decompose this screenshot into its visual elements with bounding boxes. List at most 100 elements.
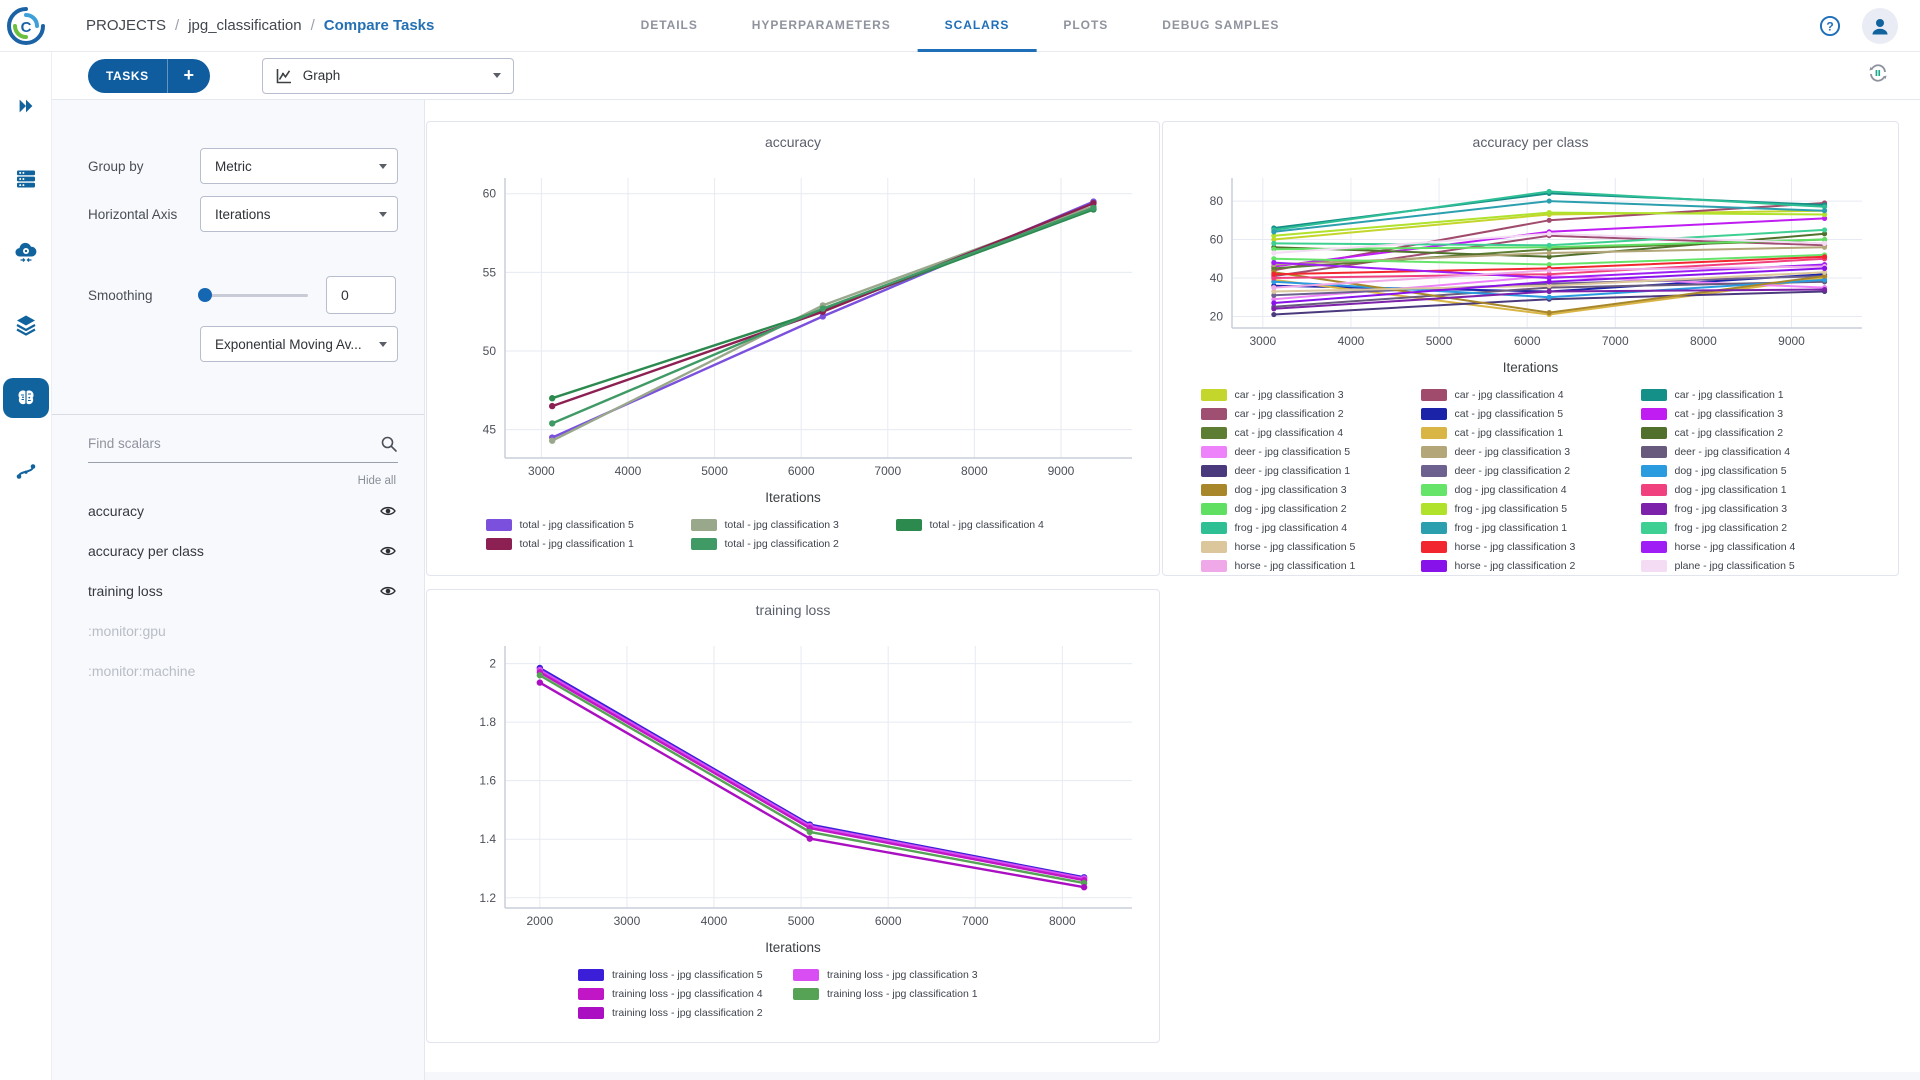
legend-item-car-jpg-classification-3[interactable]: car - jpg classification 3	[1201, 385, 1421, 404]
sidebar-item-datasets[interactable]	[3, 305, 49, 345]
find-scalars-input[interactable]	[88, 431, 398, 463]
legend-item-cat-jpg-classification-2[interactable]: cat - jpg classification 2	[1641, 423, 1861, 442]
breadcrumb-project[interactable]: jpg_classification	[188, 17, 301, 34]
avatar[interactable]	[1862, 8, 1898, 44]
legend-item-frog-jpg-classification-3[interactable]: frog - jpg classification 3	[1641, 499, 1861, 518]
legend-item-total-jpg-classification-4[interactable]: total - jpg classification 4	[896, 515, 1101, 534]
scalar-label: :monitor:machine	[88, 663, 195, 679]
chart-title: accuracy	[427, 134, 1159, 158]
app-logo[interactable]: C	[0, 6, 52, 46]
eye-icon[interactable]	[380, 505, 396, 517]
tasks-button[interactable]: TASKS	[88, 69, 167, 83]
legend-item-total-jpg-classification-1[interactable]: total - jpg classification 1	[486, 534, 691, 553]
horizontal-scrollbar[interactable]	[425, 1072, 1920, 1080]
search-icon[interactable]	[380, 435, 398, 453]
legend-item-deer-jpg-classification-5[interactable]: deer - jpg classification 5	[1201, 442, 1421, 461]
tab-scalars[interactable]: SCALARS	[918, 0, 1037, 52]
scalar-item-monitor-machine[interactable]: :monitor:machine	[52, 651, 424, 691]
legend-item-dog-jpg-classification-1[interactable]: dog - jpg classification 1	[1641, 480, 1861, 499]
legend-swatch	[1641, 465, 1667, 477]
legend-label: car - jpg classification 1	[1675, 389, 1784, 401]
scalar-item-accuracy[interactable]: accuracy	[52, 491, 424, 531]
svg-text:60: 60	[1209, 233, 1223, 247]
horizontal-axis-label: Horizontal Axis	[88, 207, 200, 222]
legend-item-horse-jpg-classification-5[interactable]: horse - jpg classification 5	[1201, 537, 1421, 556]
smoothing-slider[interactable]	[200, 294, 308, 297]
svg-text:?: ?	[1826, 19, 1833, 33]
legend-item-total-jpg-classification-2[interactable]: total - jpg classification 2	[691, 534, 896, 553]
svg-text:6000: 6000	[788, 464, 815, 478]
legend-item-cat-jpg-classification-3[interactable]: cat - jpg classification 3	[1641, 404, 1861, 423]
legend-item-horse-jpg-classification-3[interactable]: horse - jpg classification 3	[1421, 537, 1641, 556]
smoothing-type-select[interactable]: Exponential Moving Av...	[200, 326, 398, 362]
svg-text:50: 50	[483, 344, 497, 358]
legend-item-horse-jpg-classification-1[interactable]: horse - jpg classification 1	[1201, 556, 1421, 575]
legend-item-training-loss-jpg-classification-1[interactable]: training loss - jpg classification 1	[793, 984, 1008, 1003]
eye-icon[interactable]	[380, 585, 396, 597]
legend-swatch	[1201, 484, 1227, 496]
sidebar-item-queues[interactable]	[3, 159, 49, 199]
legend-item-total-jpg-classification-3[interactable]: total - jpg classification 3	[691, 515, 896, 534]
sidebar-item-pipelines[interactable]	[3, 451, 49, 491]
chart-plot-accuracy-per-class[interactable]: 300040005000600070008000900020406080	[1172, 158, 1890, 356]
tab-hyperparameters[interactable]: HYPERPARAMETERS	[725, 0, 918, 52]
smoothing-input[interactable]	[326, 276, 396, 314]
legend-item-training-loss-jpg-classification-3[interactable]: training loss - jpg classification 3	[793, 965, 1008, 984]
legend-item-cat-jpg-classification-1[interactable]: cat - jpg classification 1	[1421, 423, 1641, 442]
legend-item-car-jpg-classification-4[interactable]: car - jpg classification 4	[1421, 385, 1641, 404]
legend-label: frog - jpg classification 4	[1235, 522, 1348, 534]
legend-item-cat-jpg-classification-4[interactable]: cat - jpg classification 4	[1201, 423, 1421, 442]
breadcrumb-projects[interactable]: PROJECTS	[86, 17, 166, 34]
slider-thumb[interactable]	[198, 288, 212, 302]
legend-item-horse-jpg-classification-4[interactable]: horse - jpg classification 4	[1641, 537, 1861, 556]
sidebar-item-workers[interactable]	[3, 232, 49, 272]
legend-item-horse-jpg-classification-2[interactable]: horse - jpg classification 2	[1421, 556, 1641, 575]
legend-item-plane-jpg-classification-5[interactable]: plane - jpg classification 5	[1641, 556, 1861, 575]
scalar-item-accuracy-per-class[interactable]: accuracy per class	[52, 531, 424, 571]
legend-item-training-loss-jpg-classification-2[interactable]: training loss - jpg classification 2	[578, 1003, 793, 1022]
chart-plot-training-loss[interactable]: 20003000400050006000700080001.21.41.61.8…	[427, 626, 1160, 936]
legend-item-cat-jpg-classification-5[interactable]: cat - jpg classification 5	[1421, 404, 1641, 423]
legend-item-total-jpg-classification-5[interactable]: total - jpg classification 5	[486, 515, 691, 534]
tab-plots[interactable]: PLOTS	[1036, 0, 1135, 52]
legend-item-car-jpg-classification-1[interactable]: car - jpg classification 1	[1641, 385, 1861, 404]
legend-swatch	[1201, 541, 1227, 553]
sidebar-item-experiments[interactable]	[3, 378, 49, 418]
legend-item-dog-jpg-classification-3[interactable]: dog - jpg classification 3	[1201, 480, 1421, 499]
legend-item-training-loss-jpg-classification-5[interactable]: training loss - jpg classification 5	[578, 965, 793, 984]
legend-item-frog-jpg-classification-5[interactable]: frog - jpg classification 5	[1421, 499, 1641, 518]
auto-refresh-icon[interactable]	[1866, 61, 1890, 85]
help-icon[interactable]: ?	[1818, 14, 1842, 38]
legend-item-deer-jpg-classification-3[interactable]: deer - jpg classification 3	[1421, 442, 1641, 461]
legend-item-dog-jpg-classification-2[interactable]: dog - jpg classification 2	[1201, 499, 1421, 518]
horizontal-axis-select[interactable]: Iterations	[200, 196, 398, 232]
scalar-item-training-loss[interactable]: training loss	[52, 571, 424, 611]
legend-item-car-jpg-classification-2[interactable]: car - jpg classification 2	[1201, 404, 1421, 423]
charts-area: accuracy 3000400050006000700080009000455…	[425, 100, 1920, 1080]
legend-item-frog-jpg-classification-4[interactable]: frog - jpg classification 4	[1201, 518, 1421, 537]
legend-item-frog-jpg-classification-1[interactable]: frog - jpg classification 1	[1421, 518, 1641, 537]
view-mode-select[interactable]: Graph	[262, 58, 514, 94]
legend-item-frog-jpg-classification-2[interactable]: frog - jpg classification 2	[1641, 518, 1861, 537]
app-header: C PROJECTS / jpg_classification / Compar…	[0, 0, 1920, 52]
tab-debug-samples[interactable]: DEBUG SAMPLES	[1135, 0, 1306, 52]
legend-item-dog-jpg-classification-5[interactable]: dog - jpg classification 5	[1641, 461, 1861, 480]
chart-plot-accuracy[interactable]: 300040005000600070008000900045505560	[427, 158, 1160, 486]
legend-label: horse - jpg classification 3	[1455, 541, 1576, 553]
legend-item-deer-jpg-classification-2[interactable]: deer - jpg classification 2	[1421, 461, 1641, 480]
group-by-select[interactable]: Metric	[200, 148, 398, 184]
legend-swatch	[691, 538, 717, 550]
expand-sidebar-button[interactable]	[3, 86, 49, 126]
legend-item-dog-jpg-classification-4[interactable]: dog - jpg classification 4	[1421, 480, 1641, 499]
brain-icon	[15, 387, 37, 409]
legend-item-training-loss-jpg-classification-4[interactable]: training loss - jpg classification 4	[578, 984, 793, 1003]
tab-details[interactable]: DETAILS	[614, 0, 725, 52]
add-task-button[interactable]: +	[168, 65, 210, 86]
legend-item-deer-jpg-classification-1[interactable]: deer - jpg classification 1	[1201, 461, 1421, 480]
eye-icon[interactable]	[380, 545, 396, 557]
hide-all-button[interactable]: Hide all	[52, 463, 424, 487]
scalar-item-monitor-gpu[interactable]: :monitor:gpu	[52, 611, 424, 651]
legend-swatch	[1641, 408, 1667, 420]
scalar-label: training loss	[88, 583, 163, 599]
legend-item-deer-jpg-classification-4[interactable]: deer - jpg classification 4	[1641, 442, 1861, 461]
